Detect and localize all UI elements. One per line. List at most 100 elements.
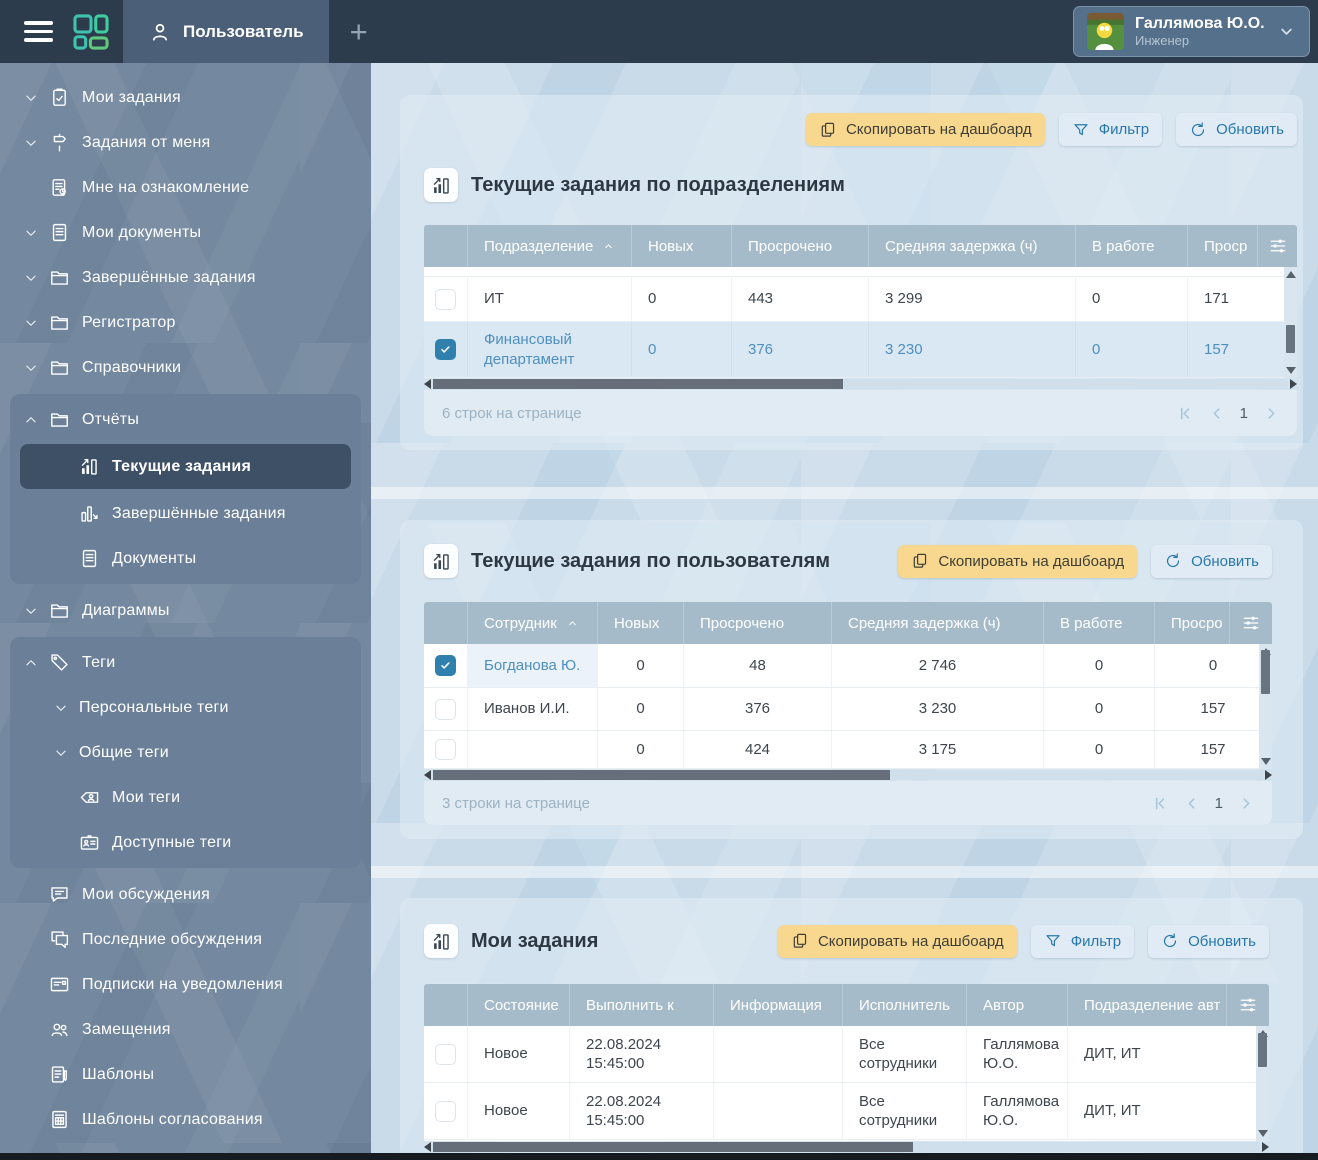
sidebar-item[interactable]: Мне на ознакомление [0,165,371,210]
scroll-down-arrow[interactable] [1261,758,1271,765]
checkbox[interactable] [435,739,456,760]
column-header[interactable]: Информация [714,984,843,1026]
table-row[interactable]: Финансовый департамент03763 2300157 [424,322,1297,378]
vertical-scrollbar-thumb[interactable] [1286,325,1295,353]
horizontal-scrollbar[interactable] [424,1141,1269,1153]
checkbox[interactable] [435,1101,456,1122]
sidebar-item[interactable]: Теги [10,640,361,685]
menu-icon[interactable] [24,21,53,42]
horizontal-scrollbar[interactable] [424,378,1297,390]
vertical-scrollbar-thumb[interactable] [1258,1033,1267,1067]
column-header[interactable]: Выполнить к [570,984,714,1026]
column-header[interactable]: Автор [967,984,1068,1026]
column-header[interactable]: Состояние [468,984,570,1026]
checkbox[interactable] [435,699,456,720]
filter-button[interactable]: Фильтр [1031,925,1134,958]
add-tab-button[interactable]: + [350,16,368,47]
sidebar-item[interactable]: Справочники [0,345,371,390]
checkbox-checked[interactable] [435,655,456,676]
horizontal-scrollbar-track[interactable] [433,1142,1260,1152]
sidebar-item[interactable]: Мои задания [0,75,371,120]
sidebar-item[interactable]: Подписки на уведомления [0,962,371,1007]
scroll-right-arrow[interactable] [1290,379,1297,389]
first-page-button[interactable] [1150,794,1169,813]
scroll-right-arrow[interactable] [1262,1142,1269,1152]
table-row[interactable]: ИТ04433 2990171 [424,277,1297,322]
horizontal-scrollbar[interactable] [424,769,1272,781]
scroll-left-arrow[interactable] [424,1142,431,1152]
sidebar-item[interactable]: Персональные теги [10,685,361,730]
sidebar-item[interactable]: Шаблоны [0,1052,371,1097]
sidebar-item[interactable]: Мои теги [10,775,361,820]
sidebar-item[interactable]: Общие теги [10,730,361,775]
scroll-down-arrow[interactable] [1258,1130,1268,1137]
column-header[interactable]: Новых [598,602,684,644]
prev-page-button[interactable] [1182,794,1201,813]
sidebar-item[interactable]: Отчёты [10,397,361,442]
column-header[interactable]: Средняя задержка (ч) [832,602,1044,644]
column-header[interactable]: Исполнитель [843,984,967,1026]
column-settings-button[interactable] [1258,225,1297,267]
sidebar-item[interactable]: Текущие задания [20,444,351,489]
app-logo-grid-icon[interactable] [72,13,110,51]
vertical-scrollbar[interactable] [1259,644,1272,769]
sidebar-item[interactable]: Замещения [0,1007,371,1052]
horizontal-scrollbar-thumb[interactable] [433,379,843,389]
checkbox[interactable] [435,289,456,310]
scroll-left-arrow[interactable] [424,379,431,389]
scroll-right-arrow[interactable] [1265,770,1272,780]
table-row[interactable]: 04243 1750157 [424,731,1272,769]
column-header[interactable]: Просроче [1155,602,1230,644]
horizontal-scrollbar-track[interactable] [433,770,1263,780]
vertical-scrollbar[interactable] [1256,1026,1269,1141]
next-page-button[interactable] [1237,794,1256,813]
table-row[interactable]: Богданова Ю.0482 74600 [424,644,1272,688]
column-header[interactable]: Новых [632,225,732,267]
sidebar-item[interactable]: Шаблоны согласования [0,1097,371,1142]
column-header[interactable]: В работе [1044,602,1155,644]
sidebar-item[interactable]: Регистратор [0,300,371,345]
column-header[interactable]: Подразделение автор [1068,984,1227,1026]
user-menu[interactable]: Галлямова Ю.О. Инженер [1073,6,1310,57]
prev-page-button[interactable] [1207,404,1226,423]
column-header[interactable]: В работе [1076,225,1188,267]
column-header[interactable]: Просрочено [732,225,869,267]
refresh-button[interactable]: Обновить [1151,545,1272,578]
refresh-button[interactable]: Обновить [1176,113,1297,146]
vertical-scrollbar[interactable] [1284,267,1297,378]
column-header[interactable]: Средняя задержка (ч) [869,225,1076,267]
horizontal-scrollbar-thumb[interactable] [433,1142,913,1152]
sidebar-item[interactable]: Задания от меня [0,120,371,165]
horizontal-scrollbar-track[interactable] [433,379,1288,389]
column-header[interactable]: Просрочено [684,602,832,644]
sidebar-item[interactable]: Мои обсуждения [0,872,371,917]
vertical-scrollbar-thumb[interactable] [1261,650,1270,694]
column-header[interactable]: Сотрудник [468,602,598,644]
horizontal-scrollbar-thumb[interactable] [433,770,890,780]
checkbox[interactable] [435,1044,456,1065]
checkbox-checked[interactable] [435,339,456,360]
first-page-button[interactable] [1175,404,1194,423]
sidebar-item[interactable]: Последние обсуждения [0,917,371,962]
sidebar-item[interactable]: Завершённые задания [0,255,371,300]
sidebar-item[interactable]: Документы [10,536,361,581]
scroll-left-arrow[interactable] [424,770,431,780]
column-settings-button[interactable] [1230,602,1272,644]
scroll-up-arrow[interactable] [1286,271,1296,278]
copy-to-dashboard-button[interactable]: Скопировать на дашбоард [806,113,1045,146]
sidebar-item[interactable]: Завершённые задания [10,491,361,536]
sidebar-item[interactable]: Диаграммы [0,588,371,633]
filter-button[interactable]: Фильтр [1059,113,1162,146]
column-header[interactable]: Подразделение [468,225,632,267]
sidebar-item[interactable]: Мои документы [0,210,371,255]
copy-to-dashboard-button[interactable]: Скопировать на дашбоард [898,545,1137,578]
sidebar-item[interactable]: Доступные теги [10,820,361,865]
next-page-button[interactable] [1262,404,1281,423]
tab-user[interactable]: Пользователь [123,0,329,63]
table-row[interactable]: Новое22.08.2024 15:45:00Все сотрудникиГа… [424,1083,1269,1140]
scroll-down-arrow[interactable] [1286,367,1296,374]
table-row[interactable]: Иванов И.И.03763 2300157 [424,688,1272,731]
table-row[interactable]: Новое22.08.2024 15:45:00Все сотрудникиГа… [424,1026,1269,1083]
copy-to-dashboard-button[interactable]: Скопировать на дашбоард [778,925,1017,958]
column-header[interactable]: Проср [1188,225,1258,267]
